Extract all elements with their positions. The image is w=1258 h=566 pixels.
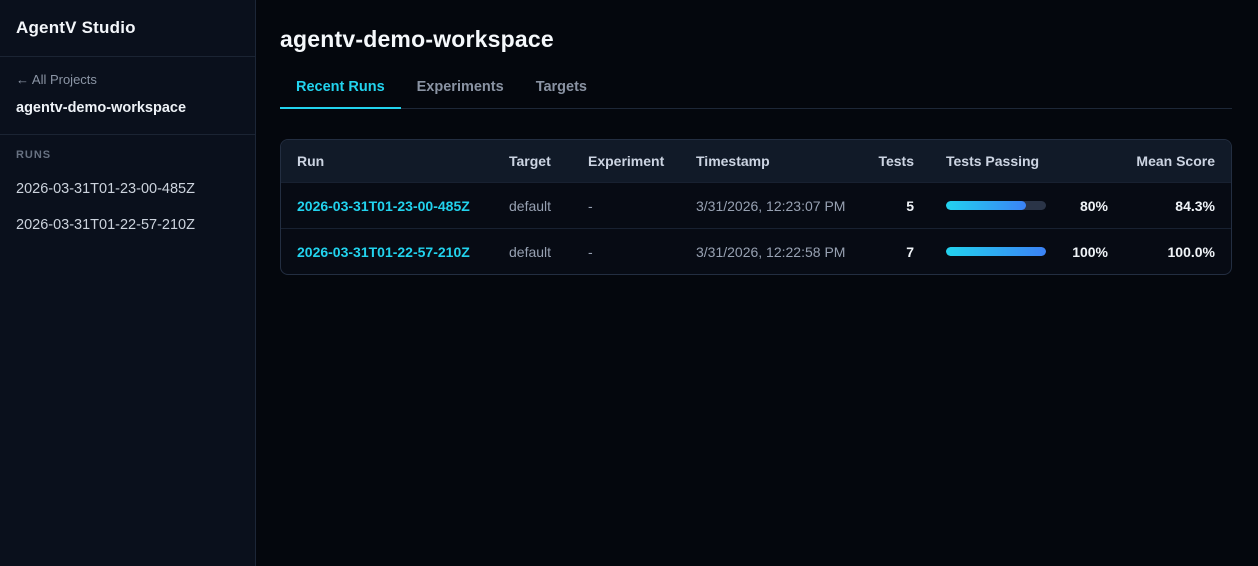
- target-cell: default: [509, 197, 552, 214]
- page-title: agentv-demo-workspace: [280, 26, 554, 52]
- experiment-cell: -: [588, 197, 593, 214]
- column-header-run: Run: [297, 153, 325, 169]
- column-header-mean-score: Mean Score: [1136, 153, 1215, 169]
- column-header-tests-passing: Tests Passing: [946, 153, 1040, 169]
- passing-percentage: 100%: [1072, 243, 1108, 260]
- sidebar-runs-section: RUNS 2026-03-31T01-23-00-485Z 2026-03-31…: [0, 135, 255, 247]
- tab-recent-runs[interactable]: Recent Runs: [280, 79, 401, 109]
- timestamp-cell: 3/31/2026, 12:23:07 PM: [696, 197, 846, 214]
- column-header-timestamp: Timestamp: [696, 153, 770, 169]
- sidebar-header: AgentV Studio: [0, 0, 255, 57]
- table-row: 2026-03-31T01-23-00-485Z default - 3/31/…: [281, 182, 1231, 228]
- tests-passing-cell: 100%: [946, 244, 1108, 260]
- tests-passing-cell: 80%: [946, 198, 1108, 214]
- progress-bar-fill: [946, 201, 1026, 210]
- sidebar: AgentV Studio ← All Projects agentv-demo…: [0, 0, 256, 566]
- sidebar-project-name: agentv-demo-workspace: [16, 100, 187, 116]
- tab-targets[interactable]: Targets: [520, 79, 603, 109]
- sidebar-project-section: ← All Projects agentv-demo-workspace: [0, 57, 255, 135]
- app-window: AgentV Studio ← All Projects agentv-demo…: [0, 0, 1258, 566]
- passing-percentage: 80%: [1079, 197, 1108, 214]
- mean-score-cell: 100.0%: [1167, 243, 1215, 260]
- runs-table: Run Target Experiment Timestamp Tests Te…: [280, 139, 1232, 275]
- column-header-tests: Tests: [878, 153, 914, 169]
- tab-bar: Recent Runs Experiments Targets: [280, 79, 1232, 109]
- app-title: AgentV Studio: [16, 18, 136, 37]
- main-content: agentv-demo-workspace Recent Runs Experi…: [256, 0, 1258, 566]
- tab-experiments[interactable]: Experiments: [401, 79, 520, 109]
- target-cell: default: [509, 243, 552, 260]
- column-header-experiment: Experiment: [588, 153, 665, 169]
- timestamp-cell: 3/31/2026, 12:22:58 PM: [696, 243, 846, 260]
- table-header-row: Run Target Experiment Timestamp Tests Te…: [281, 140, 1231, 182]
- tests-count-cell: 5: [906, 197, 914, 214]
- sidebar-run-item[interactable]: 2026-03-31T01-23-00-485Z: [16, 181, 239, 197]
- experiment-cell: -: [588, 243, 593, 260]
- tests-count-cell: 7: [906, 243, 914, 260]
- column-header-target: Target: [509, 153, 551, 169]
- progress-bar-track: [946, 247, 1046, 256]
- runs-section-label: RUNS: [16, 149, 52, 161]
- progress-bar-fill: [946, 247, 1046, 256]
- table-row: 2026-03-31T01-22-57-210Z default - 3/31/…: [281, 228, 1231, 274]
- run-link[interactable]: 2026-03-31T01-22-57-210Z: [297, 244, 470, 260]
- sidebar-run-item[interactable]: 2026-03-31T01-22-57-210Z: [16, 217, 239, 233]
- mean-score-cell: 84.3%: [1175, 197, 1215, 214]
- progress-bar-track: [946, 201, 1046, 210]
- all-projects-back-link[interactable]: ← All Projects: [16, 72, 97, 87]
- run-link[interactable]: 2026-03-31T01-23-00-485Z: [297, 198, 470, 214]
